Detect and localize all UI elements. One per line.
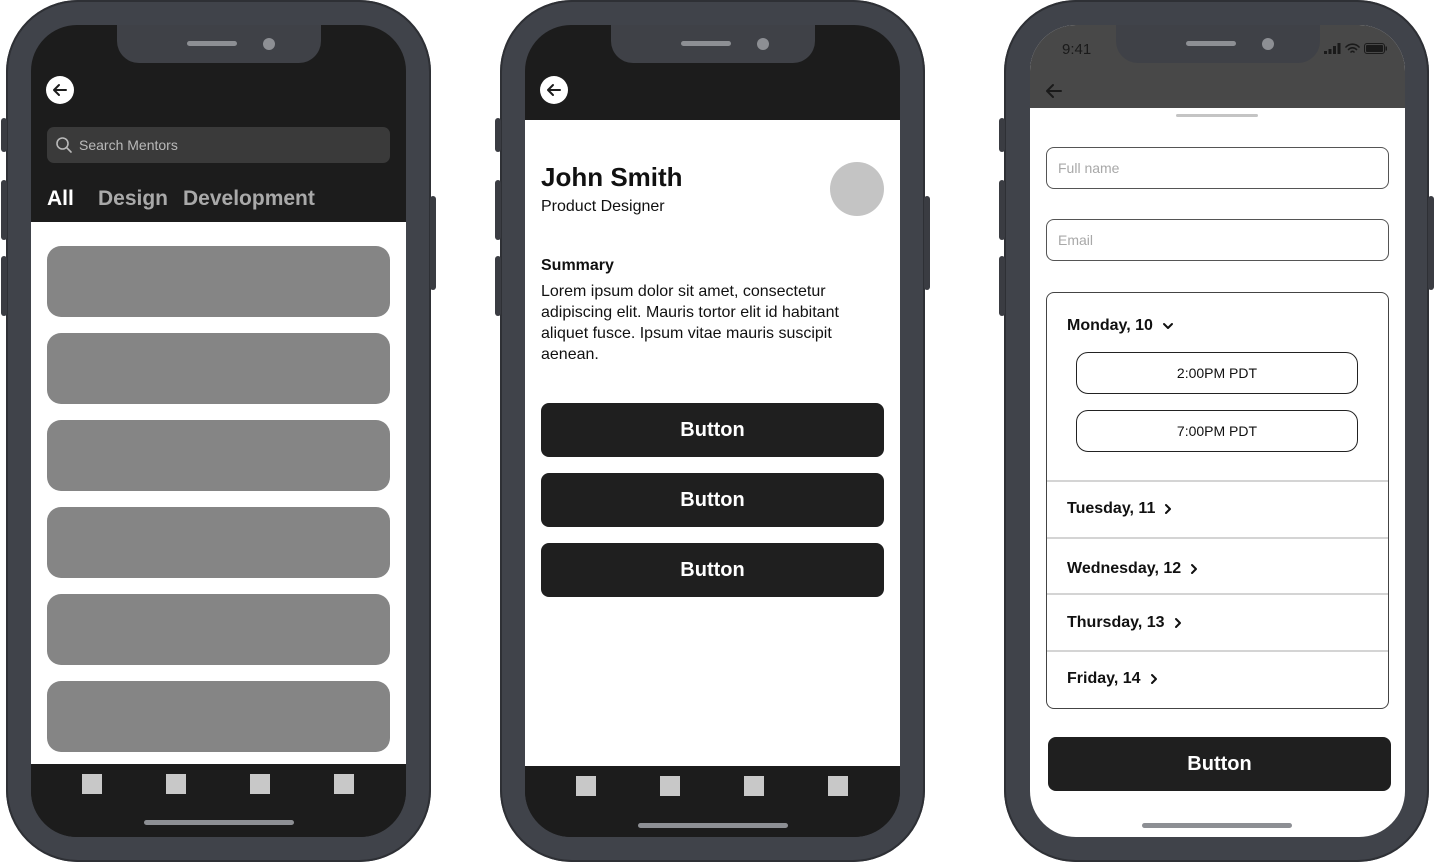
avatar bbox=[830, 162, 884, 216]
submit-button[interactable]: Button bbox=[1048, 737, 1391, 791]
day-row-tuesday[interactable]: Tuesday, 11 bbox=[1067, 498, 1388, 520]
action-button-3[interactable]: Button bbox=[541, 543, 884, 597]
sheet-grabber[interactable] bbox=[1176, 114, 1258, 117]
signal-icon bbox=[1324, 43, 1341, 54]
arrow-left-icon[interactable] bbox=[1044, 81, 1064, 101]
tab-bar-item-2[interactable] bbox=[166, 774, 186, 794]
tab-bar-item-3[interactable] bbox=[744, 776, 764, 796]
day-label: Tuesday, 11 bbox=[1067, 500, 1156, 517]
tab-bar-item-4[interactable] bbox=[828, 776, 848, 796]
arrow-left-icon bbox=[53, 84, 67, 96]
profile-content: John Smith Product Designer Summary Lore… bbox=[525, 120, 900, 766]
chevron-right-icon bbox=[1191, 564, 1198, 574]
volume-down-button bbox=[999, 256, 1005, 316]
day-label: Wednesday, 12 bbox=[1067, 560, 1182, 577]
tab-bar-item-2[interactable] bbox=[660, 776, 680, 796]
chevron-down-icon bbox=[1162, 323, 1173, 329]
mentor-card[interactable] bbox=[47, 594, 390, 665]
camera bbox=[757, 38, 769, 50]
phone-frame-mentor-profile: John Smith Product Designer Summary Lore… bbox=[495, 0, 930, 862]
status-icons bbox=[1324, 43, 1388, 54]
divider bbox=[1047, 537, 1388, 539]
home-indicator bbox=[1142, 823, 1292, 828]
back-button[interactable] bbox=[46, 76, 74, 104]
divider bbox=[1047, 480, 1388, 482]
tab-development[interactable]: Development bbox=[183, 187, 315, 211]
battery-icon bbox=[1364, 43, 1387, 54]
tab-all[interactable]: All bbox=[47, 187, 74, 211]
screen-mentor-list: Search Mentors All Design Development bbox=[31, 25, 406, 837]
day-label: Monday, 10 bbox=[1067, 317, 1153, 334]
camera bbox=[263, 38, 275, 50]
chevron-right-icon bbox=[1165, 504, 1172, 514]
back-button[interactable] bbox=[540, 76, 568, 104]
wifi-icon bbox=[1345, 43, 1360, 53]
day-label: Thursday, 13 bbox=[1067, 614, 1165, 631]
search-input[interactable]: Search Mentors bbox=[47, 127, 390, 163]
date-picker: Monday, 10 2:00PM PDT 7:00PM PDT Tuesday… bbox=[1046, 292, 1389, 709]
notch bbox=[611, 25, 815, 63]
time-slot-button[interactable]: 2:00PM PDT bbox=[1076, 352, 1358, 394]
time-slot-button[interactable]: 7:00PM PDT bbox=[1076, 410, 1358, 452]
divider bbox=[1047, 650, 1388, 652]
day-row-friday[interactable]: Friday, 14 bbox=[1067, 668, 1388, 690]
bottom-tab-bar bbox=[31, 764, 406, 837]
tab-bar-item-1[interactable] bbox=[576, 776, 596, 796]
camera bbox=[1262, 38, 1274, 50]
arrow-left-icon bbox=[547, 84, 561, 96]
action-button-1[interactable]: Button bbox=[541, 403, 884, 457]
day-label: Friday, 14 bbox=[1067, 670, 1141, 687]
status-time: 9:41 bbox=[1062, 41, 1092, 58]
chevron-right-icon bbox=[1174, 618, 1181, 628]
summary-text: Lorem ipsum dolor sit amet, consectetur … bbox=[541, 283, 839, 363]
mentor-role: Product Designer bbox=[541, 198, 665, 215]
tab-bar-item-1[interactable] bbox=[82, 774, 102, 794]
email-field[interactable]: Email bbox=[1046, 219, 1389, 261]
chevron-right-icon bbox=[1150, 674, 1157, 684]
screen-booking: 9:41 Full name Email Monday, 10 2:00PM P… bbox=[1030, 25, 1405, 837]
day-row-wednesday[interactable]: Wednesday, 12 bbox=[1067, 558, 1388, 580]
phone-frame-mentor-list: Search Mentors All Design Development bbox=[1, 0, 436, 862]
mute-switch bbox=[1, 118, 7, 152]
summary-heading: Summary bbox=[541, 257, 614, 274]
mentor-list bbox=[31, 222, 406, 764]
mentor-card[interactable] bbox=[47, 507, 390, 578]
home-indicator bbox=[638, 823, 788, 828]
mentor-name: John Smith bbox=[541, 162, 683, 192]
power-button bbox=[430, 196, 436, 290]
action-button-2[interactable]: Button bbox=[541, 473, 884, 527]
speaker bbox=[681, 41, 731, 46]
search-icon bbox=[56, 137, 72, 153]
home-indicator bbox=[144, 820, 294, 825]
mentor-card[interactable] bbox=[47, 333, 390, 404]
day-row-thursday[interactable]: Thursday, 13 bbox=[1067, 612, 1388, 634]
notch bbox=[117, 25, 321, 63]
full-name-field[interactable]: Full name bbox=[1046, 147, 1389, 189]
power-button bbox=[924, 196, 930, 290]
day-row-monday[interactable]: Monday, 10 bbox=[1067, 315, 1388, 337]
speaker bbox=[1186, 41, 1236, 46]
power-button bbox=[1428, 196, 1434, 290]
search-placeholder: Search Mentors bbox=[79, 137, 178, 153]
divider bbox=[1047, 593, 1388, 595]
volume-up-button bbox=[1, 180, 7, 240]
phone-frame-booking: 9:41 Full name Email Monday, 10 2:00PM P… bbox=[999, 0, 1434, 862]
volume-up-button bbox=[495, 180, 501, 240]
speaker bbox=[187, 41, 237, 46]
volume-up-button bbox=[999, 180, 1005, 240]
mentor-card[interactable] bbox=[47, 246, 390, 317]
tab-bar-item-3[interactable] bbox=[250, 774, 270, 794]
tab-bar-item-4[interactable] bbox=[334, 774, 354, 794]
mute-switch bbox=[495, 118, 501, 152]
volume-down-button bbox=[1, 256, 7, 316]
mentor-card[interactable] bbox=[47, 420, 390, 491]
tab-design[interactable]: Design bbox=[98, 187, 168, 211]
screen-mentor-profile: John Smith Product Designer Summary Lore… bbox=[525, 25, 900, 837]
notch bbox=[1116, 25, 1320, 63]
mute-switch bbox=[999, 118, 1005, 152]
mentor-card[interactable] bbox=[47, 681, 390, 752]
volume-down-button bbox=[495, 256, 501, 316]
